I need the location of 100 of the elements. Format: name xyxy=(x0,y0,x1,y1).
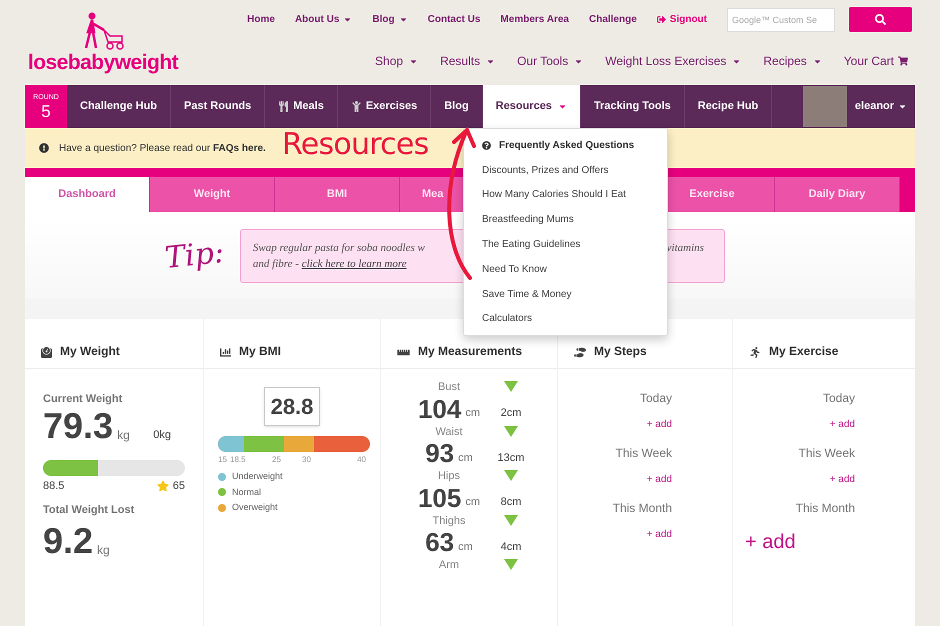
tip-text: and fibre - click here to learn more xyxy=(252,257,408,272)
measurement-label: Hips xyxy=(438,469,460,484)
measurement-value: 93 xyxy=(425,440,454,466)
nav-link[interactable]: Members Area xyxy=(500,12,569,27)
scale-tick: 30 xyxy=(302,454,312,466)
nav-link[interactable]: Shop xyxy=(375,52,418,70)
photo-placeholder xyxy=(803,86,847,127)
measurement-label: Waist xyxy=(435,424,463,440)
add-link[interactable]: + add xyxy=(646,527,672,542)
measurement-label: Bust xyxy=(438,380,460,395)
weight-change: 0kg xyxy=(153,428,171,443)
unit-label: cm xyxy=(465,406,480,421)
dashboard-tab[interactable]: Dashboard xyxy=(25,177,150,212)
measurement-label: Arm xyxy=(438,558,460,573)
nav-tab[interactable]: Resources xyxy=(482,85,581,128)
nav-link[interactable]: Recipes xyxy=(763,52,822,70)
scale-tick: 25 xyxy=(272,454,282,466)
bar-chart-icon xyxy=(220,347,231,358)
panel-title: My Measurements xyxy=(418,343,522,360)
stat-label: Total Weight Lost xyxy=(43,503,136,518)
search-button[interactable] xyxy=(849,7,912,32)
round-number: 5 xyxy=(41,103,51,120)
down-triangle-icon xyxy=(504,470,518,481)
tip-heading: Tip: xyxy=(162,234,226,278)
unit-label: cm xyxy=(458,450,473,466)
add-link[interactable]: + add xyxy=(646,472,672,487)
panel-title: My Steps xyxy=(594,343,647,360)
exclamation-icon xyxy=(39,143,49,153)
measurement-value: 63 xyxy=(425,529,454,555)
measurement-value: 105 xyxy=(418,484,462,510)
measurement-change: 13cm xyxy=(498,450,524,466)
weight-lost: 9.2 xyxy=(43,522,94,558)
signout-link[interactable]: Signout xyxy=(656,12,707,27)
bmi-value: 28.8 xyxy=(270,394,314,419)
nav-link[interactable]: Contact Us xyxy=(428,12,480,27)
search-icon xyxy=(875,14,886,25)
down-triangle-icon xyxy=(504,559,518,570)
measurement-change: 4cm xyxy=(500,540,522,554)
footprints-icon xyxy=(574,347,586,358)
nav-link[interactable]: Home xyxy=(247,12,275,27)
site-logo[interactable]: losebabyweight xyxy=(28,52,178,73)
nav-link[interactable]: About Us xyxy=(294,12,352,27)
dropdown-item[interactable]: The Eating Guidelines xyxy=(464,232,667,257)
tip-text: Swap regular pasta for soba noodles w xyxy=(252,240,425,256)
dropdown-item[interactable]: Save Time & Money xyxy=(464,282,667,307)
legend-label: Underweight xyxy=(232,470,283,483)
signout-icon xyxy=(656,15,666,24)
scale-icon xyxy=(41,347,52,358)
legend-label: Normal xyxy=(232,486,262,498)
add-link[interactable]: + add xyxy=(830,472,855,487)
question-icon xyxy=(482,140,491,150)
goal-weight: 65 xyxy=(172,478,185,494)
legend-label: Overweight xyxy=(232,501,278,514)
scale-tick: 40 xyxy=(357,454,366,466)
cart-icon xyxy=(898,56,908,66)
unit-label: kg xyxy=(117,426,130,444)
star-icon xyxy=(156,480,169,492)
add-link[interactable]: + add xyxy=(733,527,796,557)
current-weight: 79.3 xyxy=(43,408,114,444)
running-icon xyxy=(749,347,761,358)
figure-icon xyxy=(350,101,362,112)
nav-link[interactable]: Challenge xyxy=(588,12,637,27)
period-label: Today xyxy=(822,390,855,407)
measurement-change: 2cm xyxy=(500,406,522,421)
user-menu[interactable]: eleanor xyxy=(847,85,915,128)
stat-label: Current Weight xyxy=(43,392,124,407)
start-weight: 88.5 xyxy=(43,478,64,494)
learn-more-link[interactable]: click here to learn more xyxy=(302,258,407,270)
alert-text: Have a question? Please read our FAQs here. xyxy=(59,142,266,156)
ruler-icon xyxy=(397,347,410,358)
scale-tick: 15 xyxy=(218,454,228,466)
annotation-text: Resources xyxy=(282,130,428,160)
nav-link[interactable]: Our Tools xyxy=(517,52,584,70)
measurement-value: 104 xyxy=(418,396,462,422)
measurement-label: Thighs xyxy=(432,514,466,528)
dropdown-item[interactable]: Frequently Asked Questions xyxy=(464,133,667,158)
measurement-change: 8cm xyxy=(500,495,522,510)
cart-link[interactable]: Your Cart xyxy=(844,52,908,70)
search-field[interactable]: Google™ Custom Se xyxy=(727,8,835,32)
period-label: This Month xyxy=(796,500,855,517)
down-triangle-icon xyxy=(504,514,518,526)
nav-link[interactable]: Results xyxy=(440,52,496,70)
tip-text: vitamins xyxy=(666,240,705,256)
cutlery-icon xyxy=(278,101,290,112)
nav-link[interactable]: Blog xyxy=(372,12,408,27)
period-label: This Week xyxy=(798,445,855,462)
dropdown-item[interactable]: Calculators xyxy=(464,306,667,332)
nav-link[interactable]: Weight Loss Exercises xyxy=(605,52,742,70)
dropdown-item[interactable]: Need To Know xyxy=(464,256,667,282)
period-label: This Week xyxy=(616,445,672,462)
unit-label: cm xyxy=(465,495,480,510)
down-triangle-icon xyxy=(504,381,518,392)
add-link[interactable]: + add xyxy=(646,417,672,432)
period-label: Today xyxy=(640,390,672,407)
down-triangle-icon xyxy=(504,426,518,436)
add-link[interactable]: + add xyxy=(830,417,855,432)
period-label: This Month xyxy=(612,500,672,517)
scale-tick: 18.5 xyxy=(230,454,247,466)
panel-title: My BMI xyxy=(239,343,281,360)
unit-label: cm xyxy=(458,540,473,554)
